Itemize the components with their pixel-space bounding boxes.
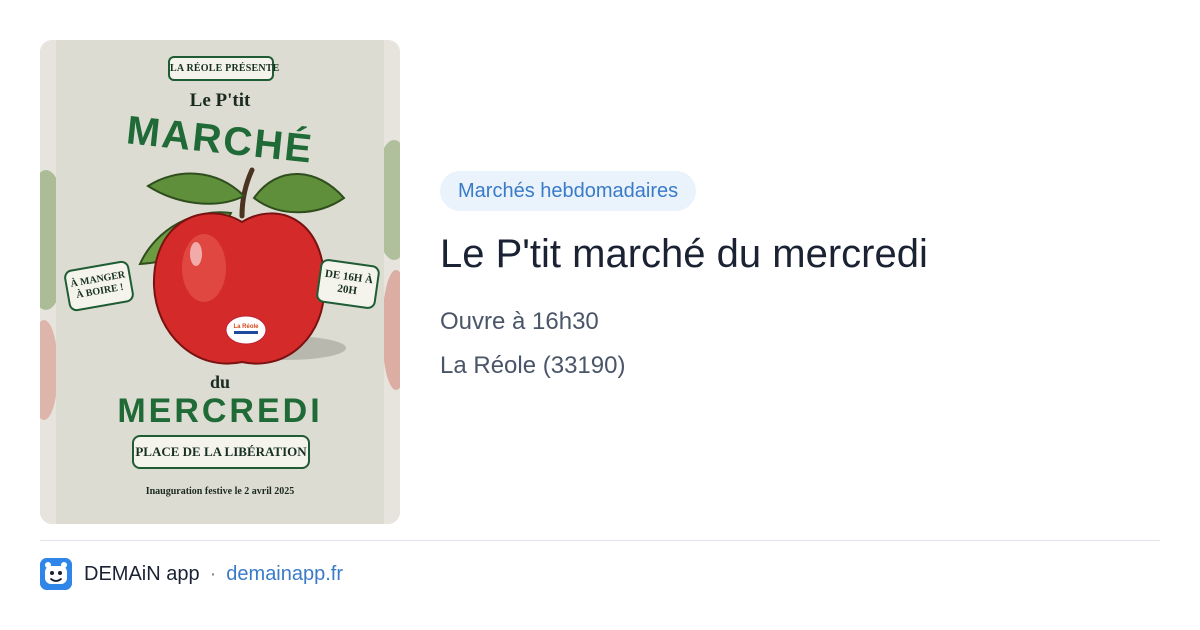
poster-place-label: PLACE DE LA LIBÉRATION: [132, 435, 310, 469]
app-domain-link[interactable]: demainapp.fr: [226, 563, 343, 586]
event-title: Le P'tit marché du mercredi: [440, 232, 928, 276]
poster-title-mercredi: MERCREDI: [117, 392, 323, 430]
poster-inauguration-text: Inauguration festive le 2 avril 2025: [145, 486, 295, 497]
event-opening-hours: Ouvre à 16h30: [440, 308, 599, 335]
event-poster-image: LA RÉOLE PRÉSENTE Le P'tit MARCHÉ La Réo…: [40, 40, 400, 524]
footer: DEMAiN app · demainapp.fr: [40, 558, 343, 590]
footer-divider: [40, 540, 1160, 541]
footer-separator: ·: [209, 562, 217, 585]
poster-du-text: du: [209, 372, 231, 392]
poster-hours-badge: DE 16H À 20H: [315, 258, 381, 310]
app-name: DEMAiN app: [84, 562, 200, 585]
category-badge[interactable]: Marchés hebdomadaires: [440, 171, 697, 211]
poster-presenter-label: LA RÉOLE PRÉSENTE: [168, 56, 279, 81]
event-location: La Réole (33190): [440, 352, 626, 379]
demain-app-logo-icon: [40, 558, 72, 590]
apple-sticker-text: La Réole: [233, 324, 259, 330]
poster-panel: LA RÉOLE PRÉSENTE Le P'tit MARCHÉ La Réo…: [56, 40, 384, 524]
